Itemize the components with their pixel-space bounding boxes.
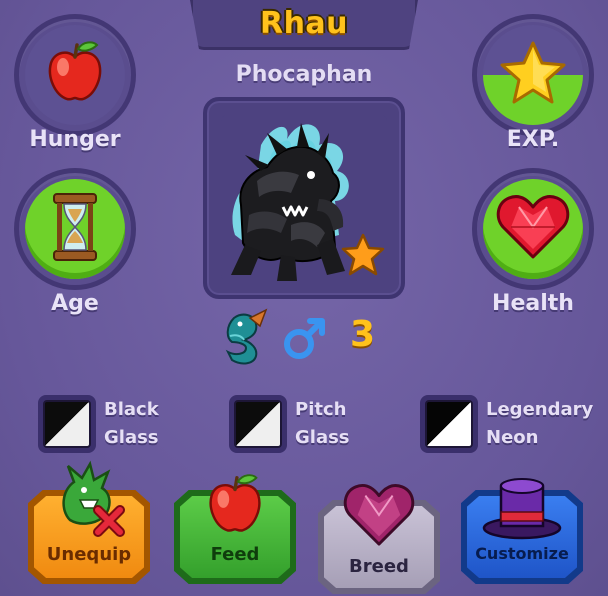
hunger-meter — [14, 14, 136, 136]
water-dragon-icon — [220, 308, 268, 370]
gene-secondary: Glass — [104, 427, 159, 448]
unequip-button[interactable]: Unequip — [28, 460, 150, 590]
rarity-star-icon — [341, 233, 385, 281]
hunger-label: Hunger — [29, 127, 121, 152]
pet-info-row: 3 — [220, 308, 390, 368]
breed-label: Breed — [349, 556, 409, 577]
apple-icon — [200, 470, 270, 544]
pet-info-panel: Rhau Phocaphan Hunger EXP. Age Health 3 … — [0, 0, 608, 596]
gene-secondary: Neon — [486, 427, 539, 448]
species-name: Phocaphan — [235, 62, 373, 87]
feed-button[interactable]: Feed — [174, 474, 296, 590]
customize-label: Customize — [475, 544, 569, 563]
pet-portrait — [221, 115, 387, 281]
pet-level: 3 — [350, 314, 376, 355]
age-meter — [14, 168, 136, 290]
gene-swatch — [425, 400, 473, 448]
health-meter — [472, 168, 594, 290]
gene-primary: Legendary — [486, 399, 594, 420]
gene-swatch — [43, 400, 91, 448]
age-label: Age — [51, 291, 99, 316]
exp-label: EXP. — [506, 127, 560, 152]
heart-icon — [495, 193, 571, 265]
pet-portrait-frame — [203, 97, 405, 299]
name-plate: Rhau — [190, 0, 418, 50]
unequip-label: Unequip — [46, 544, 132, 565]
gene-secondary: Glass — [295, 427, 350, 448]
apple-icon — [39, 37, 111, 113]
breed-button[interactable]: Breed — [318, 484, 440, 596]
star-icon — [499, 40, 567, 110]
dragon-remove-icon — [50, 460, 130, 544]
gene-swatch — [234, 400, 282, 448]
heart-gem-icon — [342, 482, 416, 552]
gene-slot-3[interactable]: Legendary Neon — [420, 393, 593, 455]
feed-label: Feed — [210, 544, 260, 565]
pet-name: Rhau — [259, 6, 349, 41]
exp-meter — [472, 14, 594, 136]
health-label: Health — [492, 291, 574, 316]
gene-primary: Black — [104, 399, 159, 420]
gene-slot-2[interactable]: Pitch Glass — [229, 393, 350, 455]
customize-button[interactable]: Customize — [461, 478, 583, 590]
gene-slot-1[interactable]: Black Glass — [38, 393, 159, 455]
top-hat-icon — [481, 474, 563, 544]
male-symbol-icon — [282, 316, 328, 364]
gene-primary: Pitch — [295, 399, 347, 420]
hourglass-icon — [48, 191, 102, 267]
